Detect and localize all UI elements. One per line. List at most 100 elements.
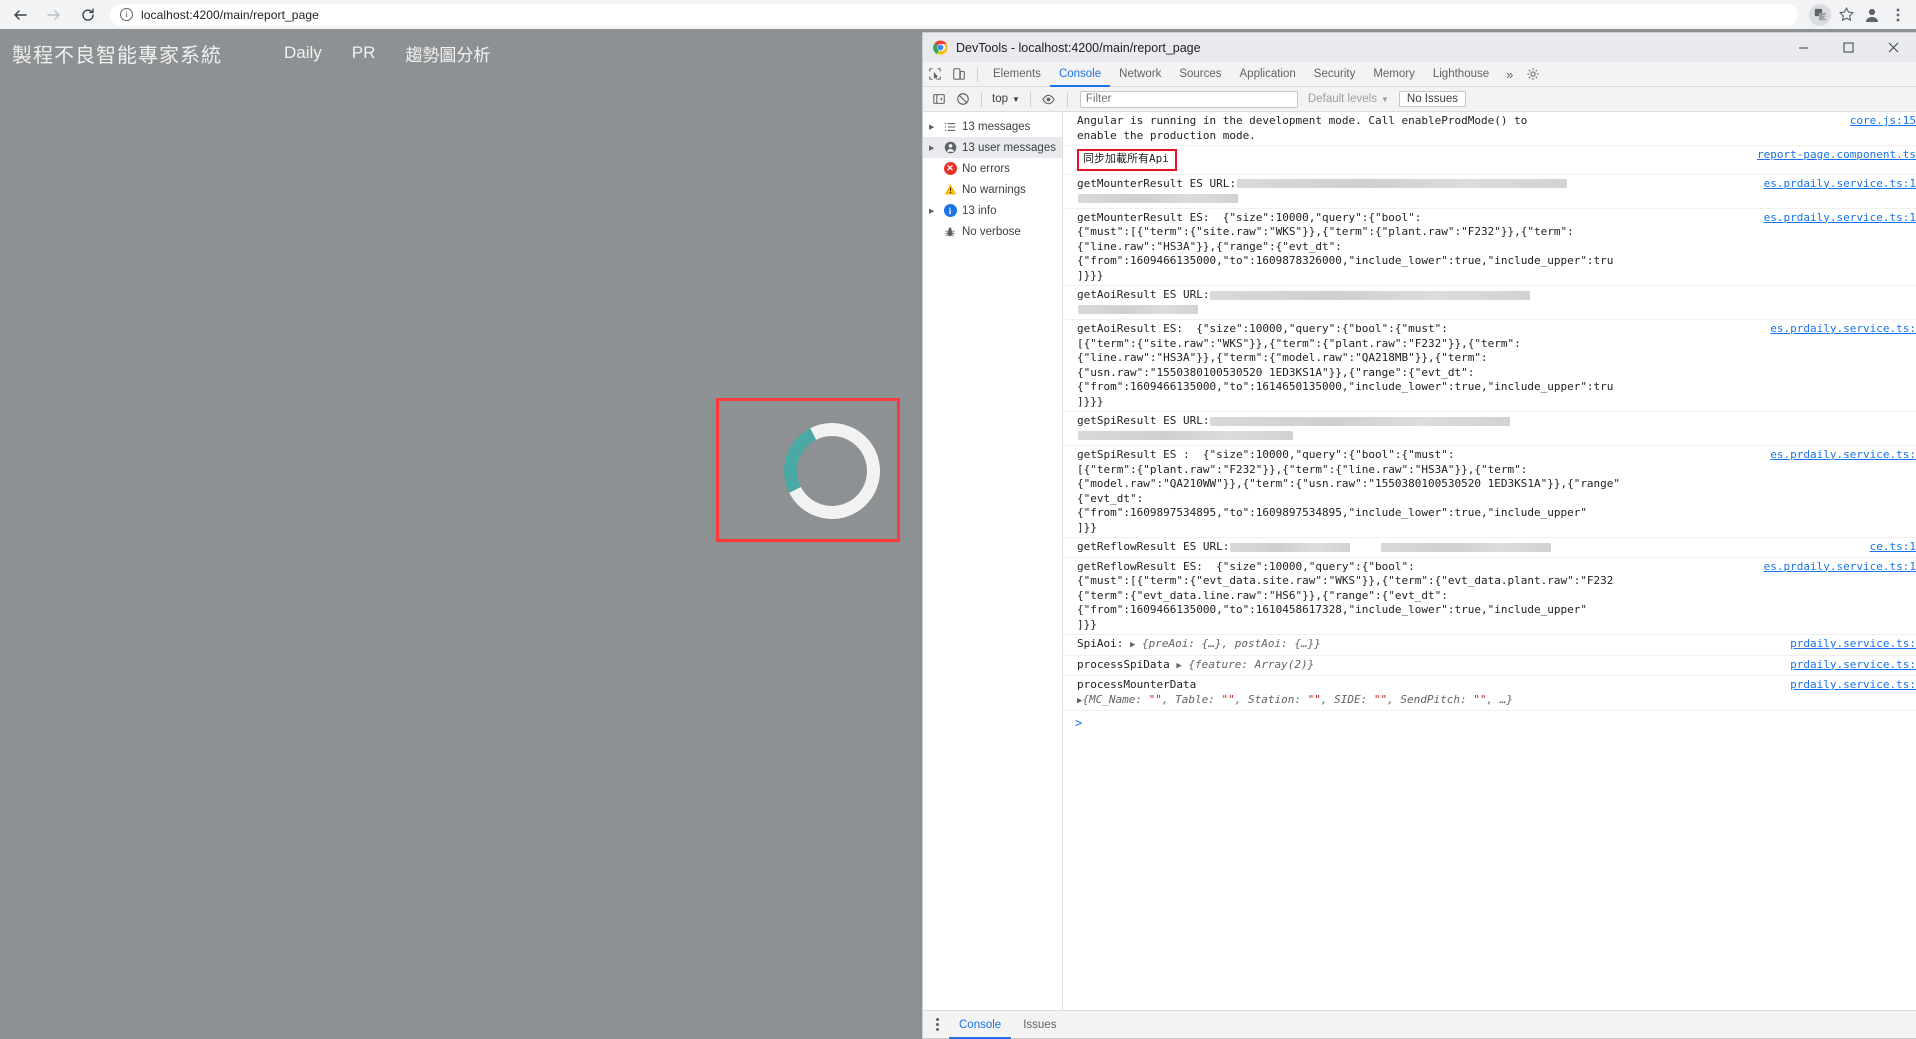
sidebar-item-user-messages[interactable]: ▶ 13 user messages bbox=[923, 137, 1062, 158]
sidebar-item-warnings[interactable]: ▶ No warnings bbox=[923, 179, 1062, 200]
console-message[interactable]: Angular is running in the development mo… bbox=[1063, 112, 1916, 146]
sidebar-item-messages[interactable]: ▶ 13 messages bbox=[923, 116, 1062, 137]
console-message-text-4: {"from":1609466135000,"to":1610458617328… bbox=[1077, 603, 1587, 616]
device-toolbar-icon[interactable] bbox=[947, 62, 971, 86]
expand-triangle-icon[interactable]: ▶ bbox=[1130, 640, 1135, 650]
console-message[interactable]: processMounterData ▶{MC_Name: "", Table: … bbox=[1063, 676, 1916, 711]
console-message[interactable]: getSpiResult ES : {"size":10000,"query":… bbox=[1063, 446, 1916, 538]
console-message[interactable]: getAoiResult ES URL: bbox=[1063, 286, 1916, 320]
reload-icon[interactable] bbox=[74, 1, 102, 29]
sidebar-item-label: No verbose bbox=[962, 225, 1021, 238]
more-tabs-icon[interactable]: » bbox=[1498, 67, 1521, 82]
back-icon[interactable] bbox=[6, 1, 34, 29]
console-message[interactable]: getReflowResult ES: {"size":10000,"query… bbox=[1063, 558, 1916, 635]
execution-context-select[interactable]: top ▼ bbox=[988, 93, 1024, 105]
console-prompt[interactable]: > bbox=[1063, 711, 1916, 735]
console-message[interactable]: getMounterResult ES: {"size":10000,"quer… bbox=[1063, 209, 1916, 286]
console-message-text: getMounterResult ES URL: bbox=[1077, 176, 1236, 190]
close-button[interactable] bbox=[1871, 33, 1916, 62]
source-link[interactable]: core.js:15 bbox=[1850, 114, 1916, 127]
tab-lighthouse[interactable]: Lighthouse bbox=[1424, 62, 1498, 87]
translate-icon[interactable]: 文 bbox=[1808, 3, 1832, 27]
source-link[interactable]: es.prdaily.service.ts: bbox=[1770, 448, 1916, 461]
console-message[interactable]: getAoiResult ES: {"size":10000,"query":{… bbox=[1063, 320, 1916, 412]
devtools-tabbar: Elements Console Network Sources Applica… bbox=[923, 62, 1916, 87]
toolbar-divider bbox=[1066, 91, 1068, 107]
source-link[interactable]: ce.ts:1 bbox=[1870, 540, 1916, 553]
minimize-button[interactable] bbox=[1781, 33, 1826, 62]
drawer-tab-console[interactable]: Console bbox=[949, 1011, 1011, 1039]
chevron-down-icon: ▼ bbox=[1012, 94, 1020, 104]
redacted-url bbox=[1236, 179, 1567, 188]
console-message-list[interactable]: Angular is running in the development mo… bbox=[1063, 112, 1916, 1010]
star-icon[interactable] bbox=[1834, 3, 1858, 27]
gear-icon[interactable] bbox=[1521, 62, 1545, 86]
live-expression-eye-icon[interactable] bbox=[1037, 87, 1061, 111]
console-message-text-4: {"usn.raw":"1550380100530520 1ED3KS1A"}}… bbox=[1077, 365, 1475, 379]
tab-sources[interactable]: Sources bbox=[1170, 62, 1230, 87]
drawer-kebab-icon[interactable] bbox=[927, 1018, 947, 1031]
console-object-preview[interactable]: {preAoi: {…}, postAoi: {…}} bbox=[1142, 637, 1321, 650]
console-message[interactable]: processSpiData ▶ {feature: Array(2)} prd… bbox=[1063, 656, 1916, 676]
console-message-text-5: {"from":1609466135000,"to":1614650135000… bbox=[1077, 380, 1614, 393]
console-sidebar-toggle-icon[interactable] bbox=[927, 87, 951, 111]
forward-icon[interactable] bbox=[40, 1, 68, 29]
main-nav: Daily PR 趨勢圖分析 bbox=[284, 41, 490, 66]
info-circle-icon[interactable]: i bbox=[120, 8, 133, 21]
tab-elements[interactable]: Elements bbox=[984, 62, 1050, 87]
redacted-url bbox=[1210, 416, 1511, 426]
sidebar-item-verbose[interactable]: ▶ No verbose bbox=[923, 221, 1062, 242]
address-bar[interactable]: i localhost:4200/main/report_page bbox=[110, 3, 1798, 26]
toolbar-divider bbox=[981, 91, 982, 107]
execution-context-value: top bbox=[992, 93, 1008, 105]
devtools-window-title: DevTools - localhost:4200/main/report_pa… bbox=[956, 40, 1201, 55]
console-message-label: processMounterData bbox=[1077, 678, 1197, 691]
console-message[interactable]: getReflowResult ES URL: ce.ts:1 bbox=[1063, 538, 1916, 558]
maximize-button[interactable] bbox=[1826, 33, 1871, 62]
chevron-right-icon[interactable]: ▶ bbox=[929, 207, 938, 215]
expand-triangle-icon[interactable]: ▶ bbox=[1176, 661, 1181, 671]
obj-value-station: "" bbox=[1307, 692, 1321, 706]
console-message-text-3: {"line.raw":"HS3A"}},{"range":{"evt_dt": bbox=[1077, 239, 1342, 253]
sidebar-item-info[interactable]: ▶ i 13 info bbox=[923, 200, 1062, 221]
page-title: 製程不良智能專家系統 bbox=[12, 44, 222, 67]
sidebar-item-label: No errors bbox=[962, 162, 1010, 175]
console-message[interactable]: getSpiResult ES URL: bbox=[1063, 412, 1916, 446]
nav-item-pr[interactable]: PR bbox=[352, 43, 376, 63]
issues-badge[interactable]: No Issues bbox=[1398, 91, 1467, 107]
console-message-text: getAoiResult ES: {"size":10000,"query":{… bbox=[1077, 322, 1448, 335]
nav-item-daily[interactable]: Daily bbox=[284, 43, 322, 63]
console-message[interactable]: getMounterResult ES URL: es.prdaily.serv… bbox=[1063, 175, 1916, 209]
source-link[interactable]: report-page.component.ts bbox=[1757, 148, 1916, 161]
inspect-element-icon[interactable] bbox=[923, 62, 947, 86]
tab-memory[interactable]: Memory bbox=[1364, 62, 1424, 87]
sidebar-item-errors[interactable]: ▶ ✕ No errors bbox=[923, 158, 1062, 179]
tab-network[interactable]: Network bbox=[1110, 62, 1170, 87]
source-link[interactable]: es.prdaily.service.ts:1 bbox=[1764, 211, 1916, 224]
account-avatar-icon[interactable] bbox=[1860, 3, 1884, 27]
nav-item-trend-analysis[interactable]: 趨勢圖分析 bbox=[405, 41, 490, 66]
three-dot-menu-icon[interactable] bbox=[1886, 3, 1910, 27]
console-message-text: getSpiResult ES : {"size":10000,"query":… bbox=[1077, 448, 1455, 461]
chevron-right-icon[interactable]: ▶ bbox=[929, 123, 938, 131]
console-object-preview[interactable]: {MC_Name: "", Table: "", Station: "", SI… bbox=[1082, 693, 1513, 706]
tab-security[interactable]: Security bbox=[1305, 62, 1365, 87]
console-object-preview[interactable]: {feature: Array(2)} bbox=[1188, 658, 1314, 671]
tab-application[interactable]: Application bbox=[1231, 62, 1305, 87]
log-levels-select[interactable]: Default levels ▼ bbox=[1304, 93, 1393, 105]
console-message[interactable]: 同步加載所有Api report-page.component.ts bbox=[1063, 146, 1916, 175]
source-link[interactable]: es.prdaily.service.ts:1 bbox=[1764, 560, 1916, 573]
source-link[interactable]: es.prdaily.service.ts: bbox=[1770, 322, 1916, 335]
source-link[interactable]: prdaily.service.ts: bbox=[1790, 658, 1916, 671]
filter-input[interactable] bbox=[1079, 90, 1298, 108]
redacted-url bbox=[1381, 542, 1552, 552]
source-link[interactable]: prdaily.service.ts: bbox=[1790, 678, 1916, 691]
chevron-right-icon[interactable]: ▶ bbox=[929, 144, 938, 152]
drawer-tab-issues[interactable]: Issues bbox=[1013, 1011, 1066, 1039]
tab-console[interactable]: Console bbox=[1050, 62, 1110, 87]
clear-console-icon[interactable] bbox=[951, 87, 975, 111]
source-link[interactable]: prdaily.service.ts: bbox=[1790, 637, 1916, 650]
source-link[interactable]: es.prdaily.service.ts:1 bbox=[1764, 177, 1916, 190]
console-message-text: getAoiResult ES URL: bbox=[1077, 288, 1210, 301]
console-message[interactable]: SpiAoi: ▶ {preAoi: {…}, postAoi: {…}} pr… bbox=[1063, 635, 1916, 656]
